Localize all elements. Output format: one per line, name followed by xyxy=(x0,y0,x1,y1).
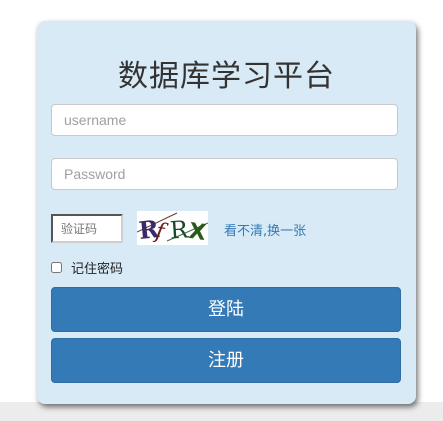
remember-password-row: 记住密码 xyxy=(51,259,124,277)
remember-password-label: 记住密码 xyxy=(71,261,124,277)
captcha-char: X xyxy=(187,219,207,245)
captcha-refresh-link[interactable]: 看不清,换一张 xyxy=(224,220,306,239)
page-title: 数据库学习平台 xyxy=(118,59,335,94)
login-card: 数据库学习平台 R f R X 看不清,换一张 记住密码 登陆 注册 xyxy=(37,21,416,404)
captcha-image[interactable]: R f R X xyxy=(137,211,208,245)
register-button[interactable]: 注册 xyxy=(51,338,401,383)
username-input[interactable] xyxy=(51,104,398,136)
password-input[interactable] xyxy=(51,158,398,190)
page-footer-background xyxy=(0,402,443,421)
login-button[interactable]: 登陆 xyxy=(51,287,401,332)
captcha-input[interactable] xyxy=(51,214,123,243)
remember-password-checkbox[interactable] xyxy=(51,261,62,273)
